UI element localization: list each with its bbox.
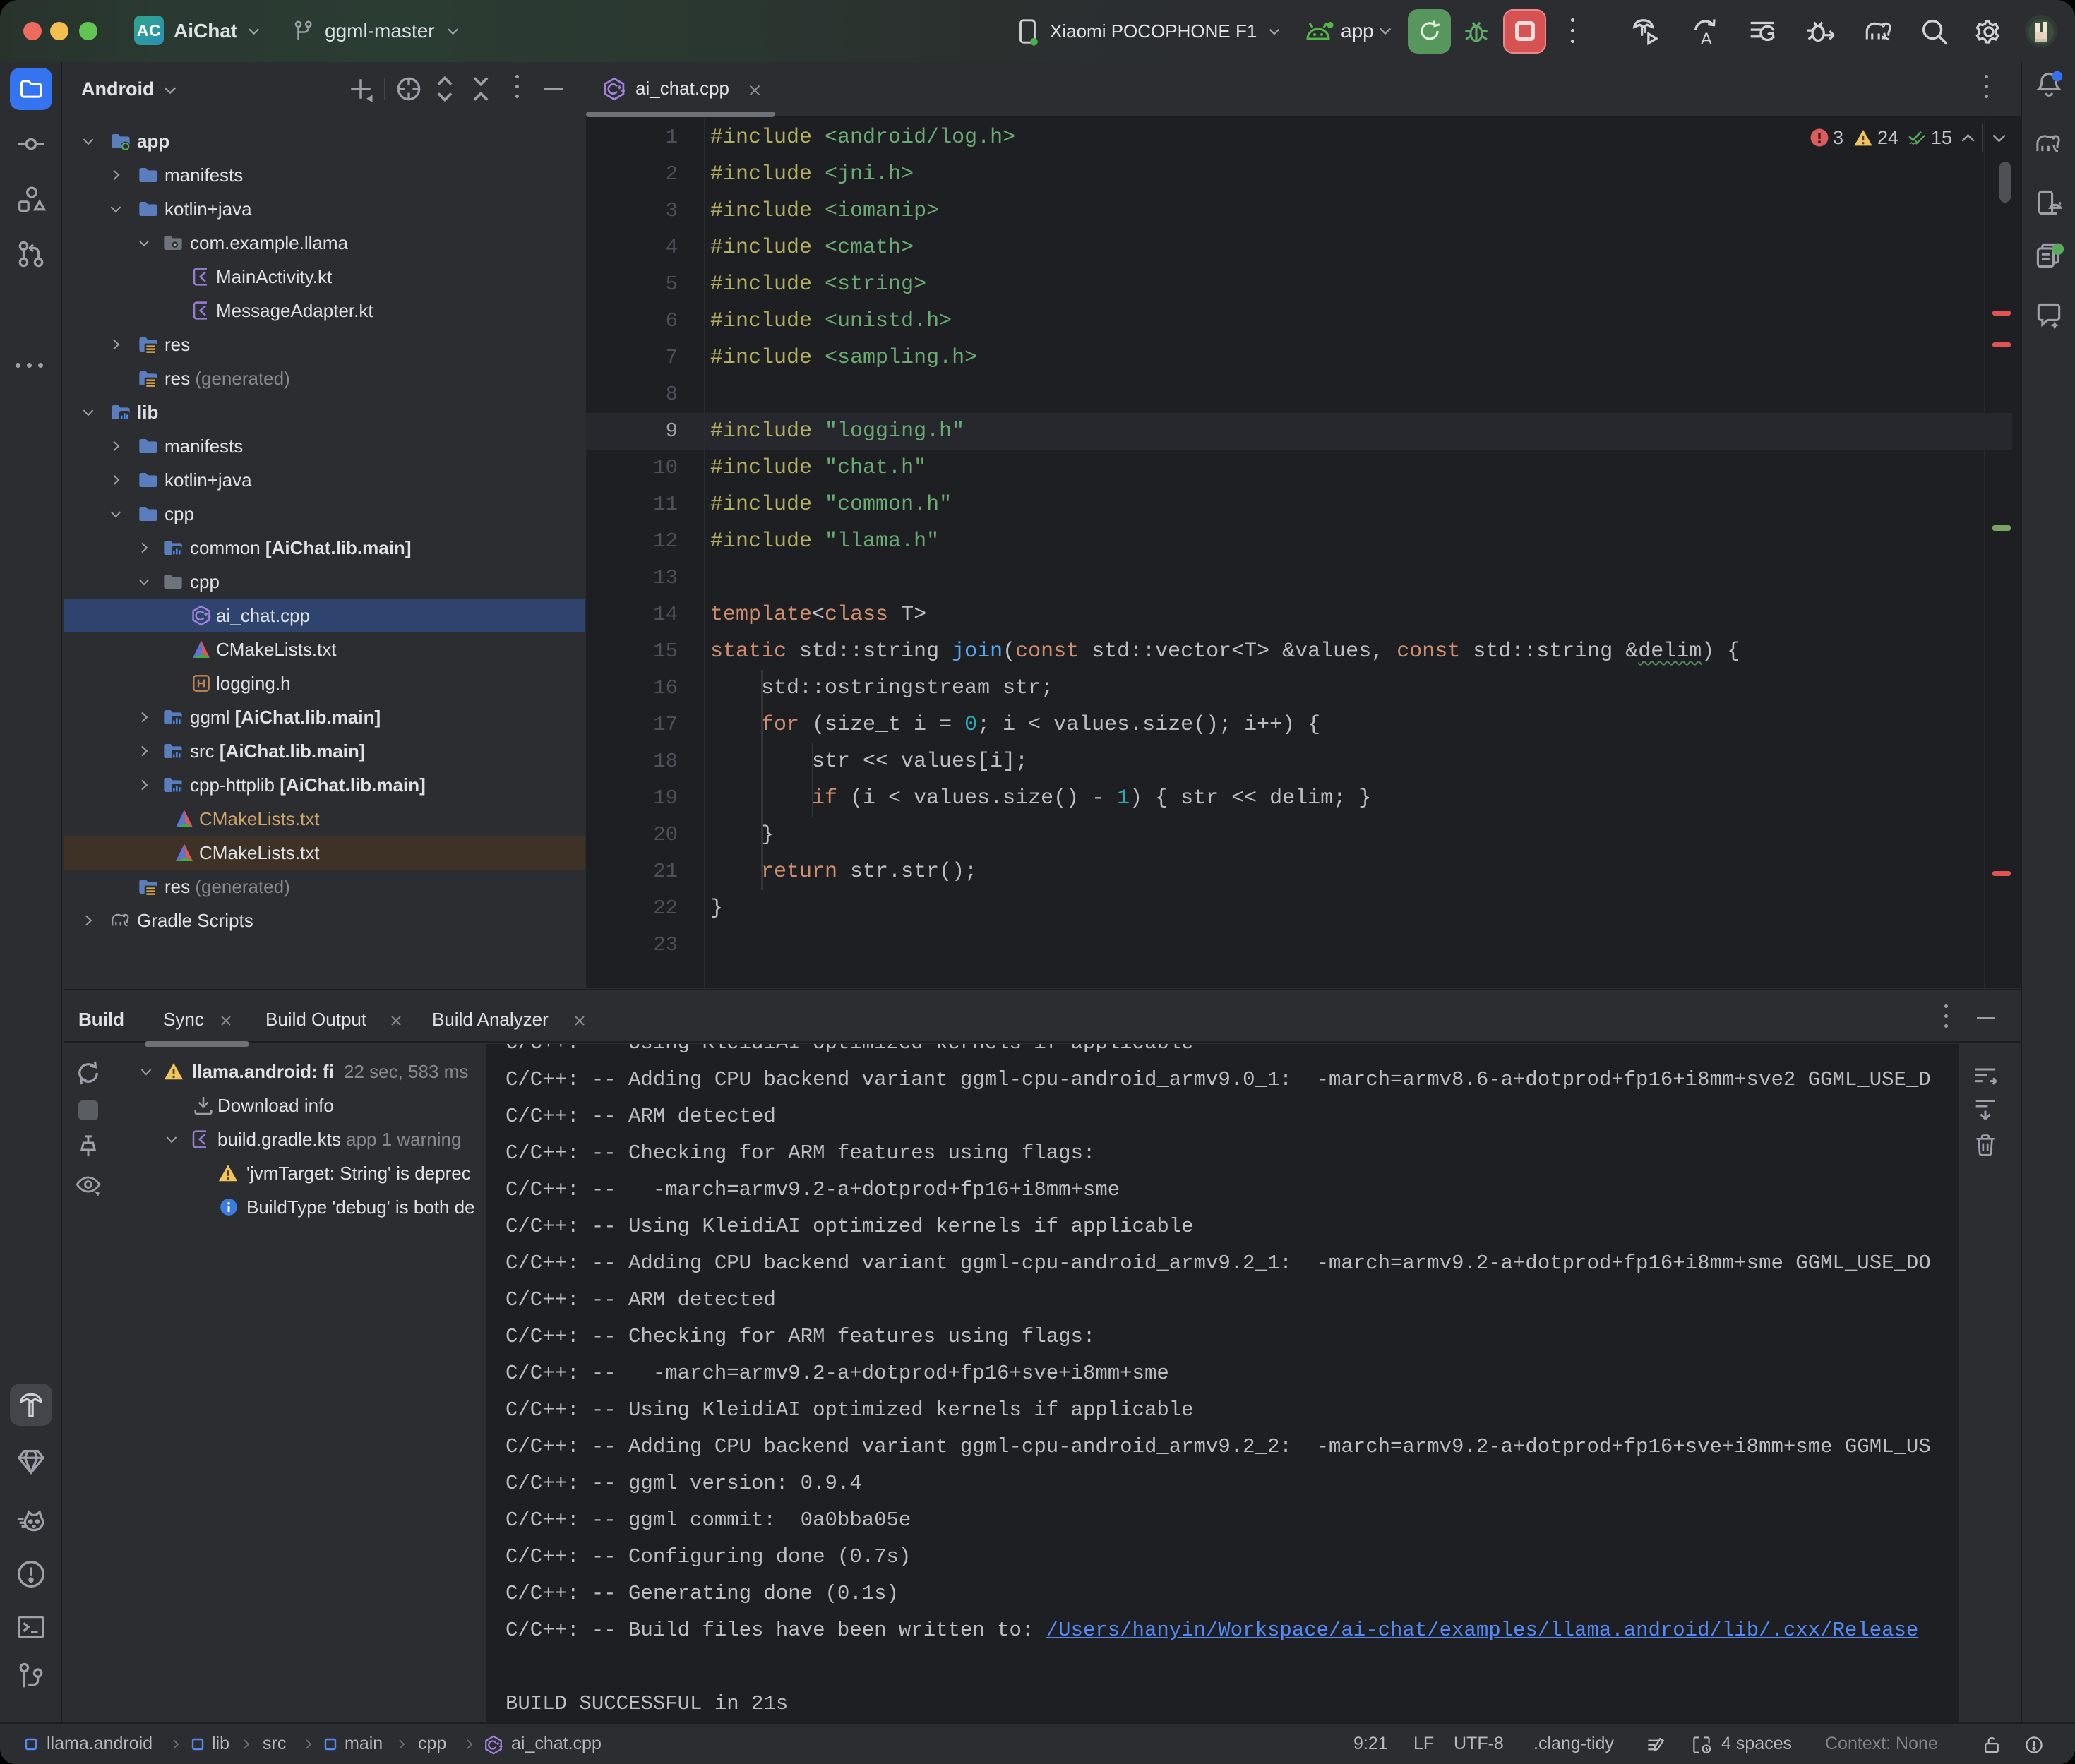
svg-text:A: A (1701, 30, 1712, 48)
